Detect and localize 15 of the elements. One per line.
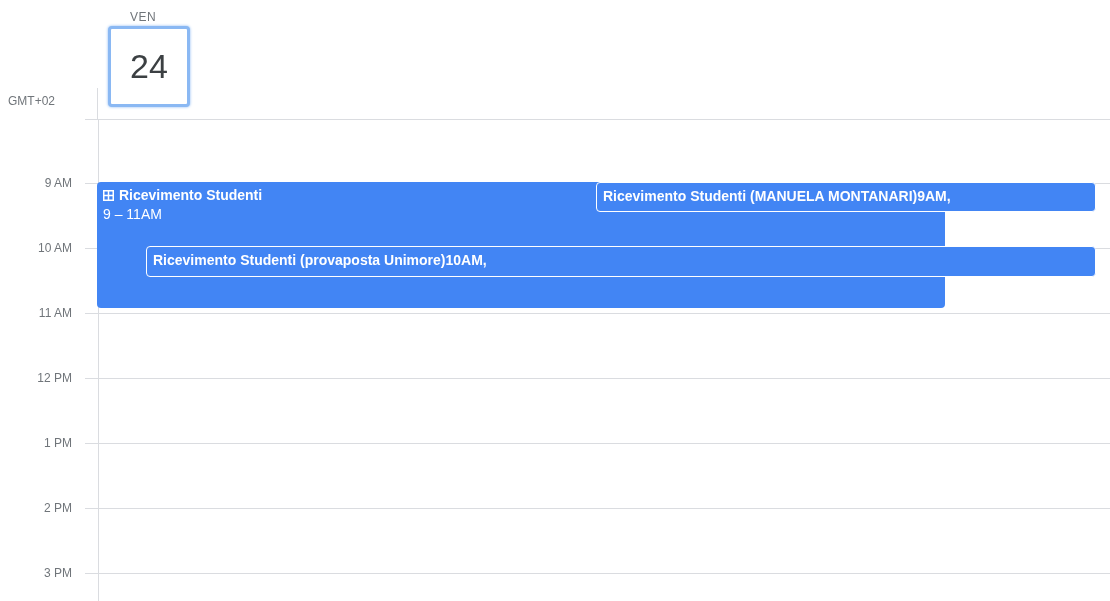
hour-label: 2 PM bbox=[44, 501, 72, 515]
weekday-label: VEN bbox=[130, 10, 157, 24]
timezone-label: GMT+02 bbox=[8, 94, 55, 108]
event-chip[interactable]: Ricevimento Studenti (MANUELA MONTANARI)9AM, bbox=[596, 182, 1096, 212]
hour-label: 10 AM bbox=[37, 241, 72, 255]
event-time: 9 – 11AM bbox=[103, 206, 163, 222]
hour-label: 9 AM bbox=[44, 176, 72, 190]
hour-label: 3 PM bbox=[44, 566, 72, 580]
hour-label: 11 AM bbox=[38, 306, 72, 320]
date-button[interactable]: 24 bbox=[108, 26, 190, 107]
event-chip[interactable]: Ricevimento Studenti (provaposta Unimore)10AM, bbox=[146, 246, 1096, 277]
grid-icon bbox=[103, 189, 114, 201]
hour-label: 1 PM bbox=[44, 436, 72, 450]
hour-label: 12 PM bbox=[37, 371, 72, 385]
event-title: Ricevimento Studenti bbox=[119, 187, 263, 203]
